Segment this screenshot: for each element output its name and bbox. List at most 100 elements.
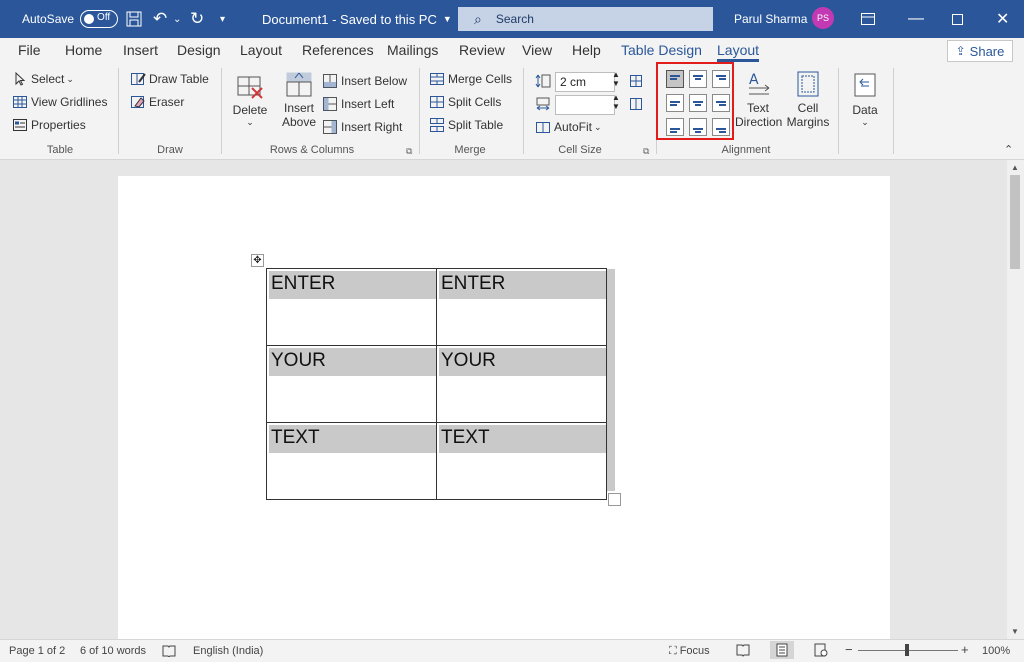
save-icon[interactable] [126, 0, 142, 38]
autosave-toggle[interactable]: Off [80, 10, 119, 28]
zoom-level[interactable]: 100% [982, 645, 1010, 657]
proofing-icon[interactable] [162, 645, 176, 660]
table-cell[interactable]: YOUR [266, 345, 437, 423]
row-height-input[interactable]: 2 cm [555, 72, 615, 92]
autosave-control[interactable]: AutoSave Off [22, 0, 119, 38]
autofit-button[interactable]: AutoFit ⌄ [535, 119, 602, 135]
print-layout-icon[interactable] [770, 641, 794, 659]
distribute-rows-icon[interactable] [628, 73, 644, 92]
tab-table-layout[interactable]: Layout [717, 42, 760, 62]
focus-mode-button[interactable]: ⛶ Focus [669, 645, 710, 658]
view-gridlines-button[interactable]: View Gridlines [12, 94, 107, 110]
undo-dropdown-icon[interactable]: ⌄ [173, 0, 181, 38]
zoom-out-icon[interactable]: − [845, 642, 853, 657]
tab-insert[interactable]: Insert [123, 42, 158, 58]
tab-review[interactable]: Review [459, 42, 505, 58]
delete-table-icon [230, 74, 270, 103]
undo-icon[interactable]: ↶ [153, 0, 167, 38]
properties-icon [12, 117, 28, 133]
cell-margins-icon [785, 70, 831, 101]
column-width-input[interactable] [555, 95, 615, 115]
table-row: YOUR YOUR [266, 345, 607, 423]
data-button[interactable]: Data ⌄ [846, 72, 884, 128]
draw-table-button[interactable]: Draw Table [130, 71, 209, 87]
word-count[interactable]: 6 of 10 words [80, 645, 146, 657]
user-name[interactable]: Parul Sharma [734, 0, 807, 38]
text-direction-button[interactable]: A Text Direction [735, 70, 782, 129]
zoom-slider-thumb[interactable] [905, 644, 909, 656]
text-direction-icon: A [735, 70, 781, 101]
pencil-table-icon [130, 71, 146, 87]
eraser-button[interactable]: Eraser [130, 94, 184, 110]
scrollbar-thumb[interactable] [1010, 175, 1020, 269]
tab-help[interactable]: Help [572, 42, 601, 58]
autofit-icon [535, 119, 551, 135]
table-row: ENTER ENTER [266, 268, 607, 346]
maximize-icon[interactable] [952, 0, 963, 38]
document-table[interactable]: ENTER ENTER YOUR YOUR TEXT TEXT [266, 268, 607, 500]
tab-home[interactable]: Home [65, 42, 102, 58]
insert-left-button[interactable]: Insert Left [322, 96, 394, 112]
search-icon: ⌕ [474, 10, 482, 27]
table-cell[interactable]: ENTER [266, 268, 437, 346]
select-button[interactable]: Select ⌄ [12, 71, 74, 87]
focus-icon: ⛶ [669, 645, 677, 657]
tab-view[interactable]: View [522, 42, 552, 58]
page-count[interactable]: Page 1 of 2 [9, 645, 65, 657]
ribbon-display-options-icon[interactable] [861, 0, 875, 38]
split-table-icon [429, 117, 445, 133]
table-cell[interactable]: YOUR [436, 345, 607, 423]
svg-text:A: A [749, 72, 759, 88]
dialog-launcher-icon[interactable]: ⧉ [643, 146, 649, 157]
cursor-arrow-icon [12, 71, 28, 87]
share-button[interactable]: ⇪ Share [947, 40, 1013, 62]
zoom-in-icon[interactable]: + [961, 642, 969, 657]
cell-margins-button[interactable]: Cell Margins [785, 70, 831, 129]
redo-icon[interactable]: ↻ [190, 0, 204, 38]
search-placeholder: Search [495, 12, 534, 26]
split-cells-button[interactable]: Split Cells [429, 94, 501, 110]
minimize-icon[interactable]: — [908, 0, 924, 38]
column-width-spinner[interactable]: ▲ ▼ [612, 93, 620, 111]
scroll-up-icon[interactable]: ▲ [1011, 163, 1019, 172]
tab-mailings[interactable]: Mailings [387, 42, 438, 58]
delete-button[interactable]: Delete ⌄ [230, 74, 270, 128]
tab-file[interactable]: File [18, 42, 41, 58]
row-height-icon [535, 73, 551, 92]
distribute-columns-icon[interactable] [628, 96, 644, 115]
avatar[interactable]: PS [812, 7, 834, 29]
tab-table-design[interactable]: Table Design [621, 42, 702, 58]
language-indicator[interactable]: English (India) [193, 645, 263, 657]
status-bar: Page 1 of 2 6 of 10 words English (India… [0, 639, 1024, 662]
insert-right-button[interactable]: Insert Right [322, 119, 402, 135]
group-label-merge: Merge [454, 144, 486, 156]
scroll-down-icon[interactable]: ▼ [1011, 627, 1019, 636]
table-move-handle-icon[interactable]: ✥ [251, 254, 264, 267]
column-width-icon [535, 96, 551, 115]
table-resize-handle[interactable] [608, 493, 621, 506]
collapse-ribbon-icon[interactable]: ⌃ [1004, 143, 1013, 156]
web-layout-icon[interactable] [814, 643, 828, 660]
insert-above-button[interactable]: Insert Above [278, 70, 320, 129]
split-cells-icon [429, 94, 445, 110]
merge-cells-button[interactable]: Merge Cells [429, 71, 512, 87]
row-height-spinner[interactable]: ▲ ▼ [612, 70, 620, 88]
table-cell[interactable]: TEXT [266, 422, 437, 500]
close-icon[interactable]: ✕ [996, 0, 1009, 38]
table-cell[interactable]: ENTER [436, 268, 607, 346]
dialog-launcher-icon[interactable]: ⧉ [406, 146, 412, 157]
properties-button[interactable]: Properties [12, 117, 86, 133]
customize-toolbar-icon[interactable]: ▾ [220, 0, 225, 38]
insert-below-button[interactable]: Insert Below [322, 73, 407, 89]
tab-layout-page[interactable]: Layout [240, 42, 282, 58]
tab-references[interactable]: References [302, 42, 374, 58]
read-mode-icon[interactable] [736, 643, 750, 660]
ribbon: Select ⌄ View Gridlines Properties Table … [0, 64, 1024, 160]
tab-design[interactable]: Design [177, 42, 221, 58]
ribbon-tabs: File Home Insert Design Layout Reference… [0, 38, 1024, 64]
document-title[interactable]: Document1 - Saved to this PC ▼ [262, 0, 452, 38]
table-cell[interactable]: TEXT [436, 422, 607, 500]
split-table-button[interactable]: Split Table [429, 117, 503, 133]
insert-right-icon [322, 119, 338, 135]
search-box[interactable]: ⌕ Search [458, 7, 713, 31]
